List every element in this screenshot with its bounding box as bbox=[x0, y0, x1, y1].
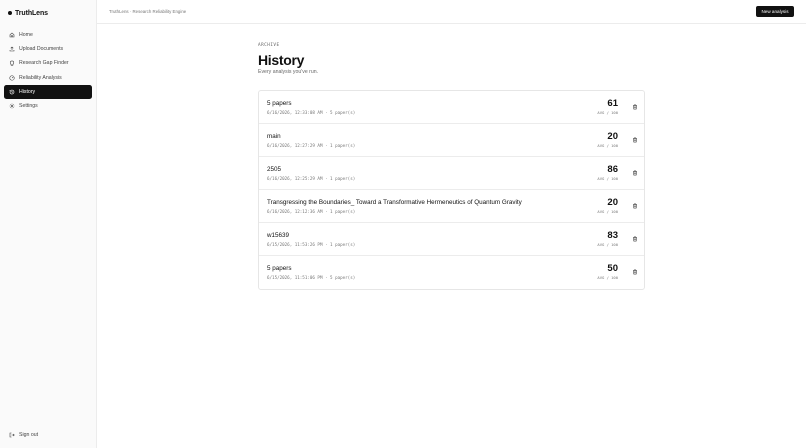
analysis-list: 5 papers 6/16/2026, 12:33:08 AM · 5 pape… bbox=[258, 90, 645, 290]
analysis-score: 50 AVG / 100 bbox=[597, 263, 618, 281]
gauge-icon bbox=[9, 75, 15, 81]
analysis-score: 83 AVG / 100 bbox=[597, 230, 618, 248]
trash-icon bbox=[633, 203, 637, 209]
sidebar-item-label: Home bbox=[19, 31, 33, 38]
analysis-row[interactable]: 2505 6/16/2026, 12:25:29 AM · 1 paper(s)… bbox=[259, 157, 644, 190]
analysis-score: 20 AVG / 100 bbox=[597, 197, 618, 215]
analysis-title: w15639 bbox=[267, 232, 290, 239]
score-value: 20 bbox=[607, 131, 618, 142]
sign-out-label: Sign out bbox=[19, 432, 39, 438]
score-label: AVG / 100 bbox=[597, 209, 618, 214]
trash-icon bbox=[633, 104, 637, 110]
score-label: AVG / 100 bbox=[597, 275, 618, 280]
main-content: ARCHIVE History Every analysis you've ru… bbox=[258, 43, 645, 290]
analysis-title: Transgressing the Boundaries_ Toward a T… bbox=[267, 199, 522, 206]
delete-analysis-button[interactable] bbox=[631, 103, 639, 111]
score-value: 83 bbox=[607, 230, 618, 241]
analysis-row[interactable]: 5 papers 6/16/2026, 12:33:08 AM · 5 pape… bbox=[259, 91, 644, 124]
sign-out-icon bbox=[9, 432, 15, 438]
score-label: AVG / 100 bbox=[597, 176, 618, 181]
gear-icon bbox=[9, 103, 15, 109]
analysis-title: 2505 bbox=[267, 166, 282, 173]
score-label: AVG / 100 bbox=[597, 110, 618, 115]
analysis-score: 61 AVG / 100 bbox=[597, 98, 618, 116]
trash-icon bbox=[633, 236, 637, 242]
home-icon bbox=[9, 32, 15, 38]
analysis-title: main bbox=[267, 133, 281, 140]
trash-icon bbox=[633, 170, 637, 176]
trash-icon bbox=[633, 269, 637, 275]
delete-analysis-button[interactable] bbox=[631, 235, 639, 243]
score-value: 50 bbox=[607, 263, 618, 274]
top-bar: TruthLens · Research Reliability Engine … bbox=[97, 0, 806, 24]
sidebar-item-label: Reliability Analysis bbox=[19, 74, 62, 81]
sidebar: TruthLens Home Upload Documents Research… bbox=[0, 0, 97, 448]
brand-name: TruthLens bbox=[15, 9, 48, 17]
analysis-meta: 6/16/2026, 12:27:29 AM · 1 paper(s) bbox=[267, 143, 356, 148]
score-value: 61 bbox=[607, 98, 618, 109]
score-label: AVG / 100 bbox=[597, 242, 618, 247]
new-analysis-button[interactable]: New analysis bbox=[756, 6, 794, 17]
sidebar-item-label: Upload Documents bbox=[19, 46, 64, 53]
analysis-row[interactable]: Transgressing the Boundaries_ Toward a T… bbox=[259, 190, 644, 223]
sidebar-item-label: Settings bbox=[19, 103, 38, 110]
delete-analysis-button[interactable] bbox=[631, 202, 639, 210]
sidebar-item-label: History bbox=[19, 88, 36, 95]
brand-dot-icon bbox=[8, 11, 12, 15]
sidebar-item-upload-documents[interactable]: Upload Documents bbox=[4, 42, 92, 56]
analysis-meta: 6/15/2026, 11:51:06 PM · 5 paper(s) bbox=[267, 275, 356, 280]
score-value: 86 bbox=[607, 164, 618, 175]
upload-icon bbox=[9, 46, 15, 52]
breadcrumb: TruthLens · Research Reliability Engine bbox=[109, 9, 187, 14]
history-icon bbox=[9, 89, 15, 95]
analysis-title: 5 papers bbox=[267, 265, 292, 272]
sidebar-item-reliability-analysis[interactable]: Reliability Analysis bbox=[4, 71, 92, 85]
lightbulb-icon bbox=[9, 60, 15, 67]
analysis-row[interactable]: main 6/16/2026, 12:27:29 AM · 1 paper(s)… bbox=[259, 124, 644, 157]
score-label: AVG / 100 bbox=[597, 143, 618, 148]
sidebar-item-history[interactable]: History bbox=[4, 85, 92, 99]
sign-out-button[interactable]: Sign out bbox=[9, 432, 38, 438]
sidebar-nav: Home Upload Documents Research Gap Finde… bbox=[4, 28, 92, 114]
sidebar-item-settings[interactable]: Settings bbox=[4, 99, 92, 113]
sidebar-item-label: Research Gap Finder bbox=[19, 60, 69, 67]
analysis-row[interactable]: 5 papers 6/15/2026, 11:51:06 PM · 5 pape… bbox=[259, 256, 644, 289]
analysis-meta: 6/16/2026, 12:25:29 AM · 1 paper(s) bbox=[267, 176, 356, 181]
delete-analysis-button[interactable] bbox=[631, 169, 639, 177]
delete-analysis-button[interactable] bbox=[631, 136, 639, 144]
brand-logo[interactable]: TruthLens bbox=[8, 7, 48, 19]
analysis-title: 5 papers bbox=[267, 100, 292, 107]
analysis-row[interactable]: w15639 6/15/2026, 11:53:26 PM · 1 paper(… bbox=[259, 223, 644, 256]
page-title: History bbox=[258, 52, 305, 68]
score-value: 20 bbox=[607, 197, 618, 208]
delete-analysis-button[interactable] bbox=[631, 268, 639, 276]
analysis-meta: 6/16/2026, 12:33:08 AM · 5 paper(s) bbox=[267, 110, 356, 115]
trash-icon bbox=[633, 137, 637, 143]
page-eyebrow: ARCHIVE bbox=[258, 43, 280, 48]
sidebar-item-research-gap-finder[interactable]: Research Gap Finder bbox=[4, 57, 92, 71]
analysis-score: 86 AVG / 100 bbox=[597, 164, 618, 182]
analysis-score: 20 AVG / 100 bbox=[597, 131, 618, 149]
analysis-meta: 6/16/2026, 12:12:36 AM · 1 paper(s) bbox=[267, 209, 356, 214]
analysis-meta: 6/15/2026, 11:53:26 PM · 1 paper(s) bbox=[267, 242, 356, 247]
page-subtitle: Every analysis you've run. bbox=[258, 69, 319, 75]
sidebar-item-home[interactable]: Home bbox=[4, 28, 92, 42]
